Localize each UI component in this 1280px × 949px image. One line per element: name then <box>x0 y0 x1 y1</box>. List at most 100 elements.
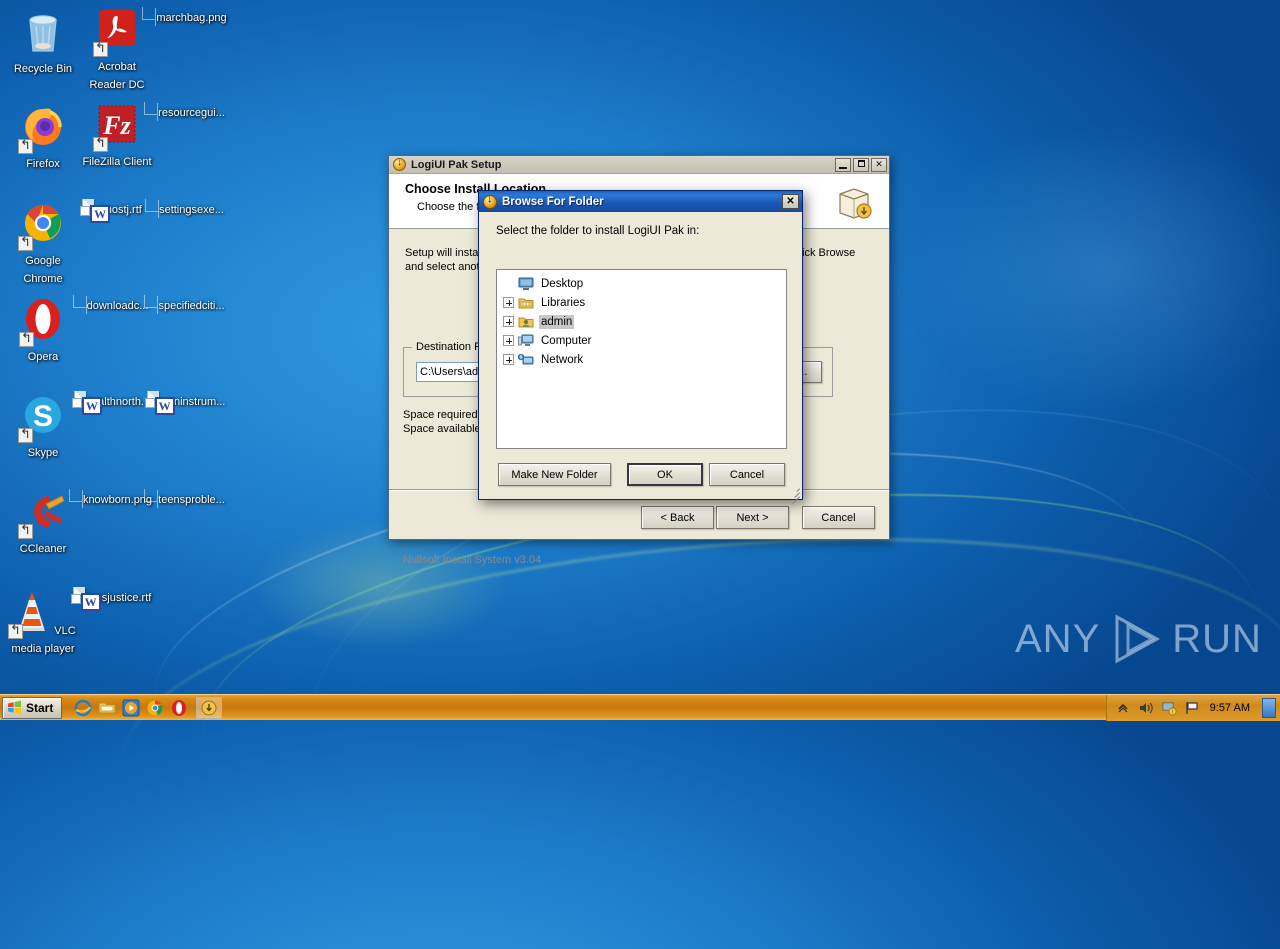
tree-item-admin[interactable]: admin <box>503 312 786 331</box>
desktop-icon-rtf-document[interactable]: W linesjustice.rtf <box>70 587 154 611</box>
ccleaner-icon <box>18 495 66 539</box>
next-button[interactable]: Next > <box>716 506 789 529</box>
windows-media-player-icon[interactable] <box>122 699 140 717</box>
desktop-icon <box>518 277 534 291</box>
folder-tree[interactable]: Desktop Libraries admin Computer Network <box>496 269 787 449</box>
desktop-icon-label: Google Chrome <box>23 255 63 285</box>
close-icon[interactable]: ✕ <box>782 194 799 209</box>
recycle-bin-icon <box>21 15 65 58</box>
desktop-icon-file[interactable]: settingsexe... <box>154 200 228 218</box>
tree-item-label: Libraries <box>541 296 586 309</box>
expand-plus-icon[interactable] <box>503 316 514 327</box>
desktop-icon-filezilla[interactable]: Fz FileZilla Client <box>80 103 154 170</box>
shortcut-overlay-icon <box>18 428 33 443</box>
opera-icon[interactable] <box>170 699 188 717</box>
nsis-branding-label: Nullsoft Install System v3.04 <box>403 554 542 566</box>
desktop-icon-label: Recycle Bin <box>13 63 73 75</box>
desktop-icon-label: Opera <box>27 351 59 363</box>
setup-window-controls: ✕ <box>835 157 887 172</box>
windows-logo-icon <box>7 700 22 715</box>
setup-window-title: LogiUI Pak Setup <box>411 158 502 171</box>
minimize-button[interactable] <box>835 157 851 172</box>
show-hidden-icons-icon[interactable] <box>1115 700 1131 716</box>
start-button[interactable]: Start <box>2 696 63 719</box>
google-chrome-icon <box>18 205 66 251</box>
network-icon[interactable]: ! <box>1161 700 1177 716</box>
setup-title-bar[interactable]: LogiUI Pak Setup ✕ <box>389 156 889 174</box>
file-icon <box>158 200 160 218</box>
tree-item-label: admin <box>539 314 575 329</box>
desktop-icon-label: FileZilla Client <box>82 156 152 168</box>
desktop-icon-label: downloadc... <box>86 300 149 312</box>
taskbar-clock[interactable]: 9:57 AM <box>1207 702 1253 714</box>
desktop-icon-label: marchbag.png <box>156 12 227 24</box>
desktop-icon-firefox[interactable]: Firefox <box>6 103 80 172</box>
volume-icon[interactable] <box>1138 700 1154 716</box>
rtf-document-icon: W <box>80 199 111 223</box>
tree-item-libraries[interactable]: Libraries <box>503 293 786 312</box>
desktop-icon-file[interactable]: specifiedciti... <box>154 296 228 314</box>
desktop-icon-rtf-document[interactable]: W almostj.rtf <box>80 199 154 223</box>
desktop-icon-recycle-bin[interactable]: Recycle Bin <box>6 8 80 77</box>
tree-item-computer[interactable]: Computer <box>503 331 786 350</box>
shortcut-overlay-icon <box>93 42 108 57</box>
tree-item-desktop[interactable]: Desktop <box>503 274 786 293</box>
desktop-icon-file[interactable]: teensproble... <box>154 490 228 508</box>
wallpaper-glow-top <box>900 120 1280 420</box>
action-center-flag-icon[interactable] <box>1184 700 1200 716</box>
browse-dialog-title-bar[interactable]: Browse For Folder ✕ <box>479 191 802 212</box>
ok-button[interactable]: OK <box>627 463 703 486</box>
tree-item-network[interactable]: Network <box>503 350 786 369</box>
desktop-icon-google-chrome[interactable]: Google Chrome <box>6 200 80 287</box>
system-tray[interactable]: ! 9:57 AM <box>1105 695 1280 721</box>
desktop-icon-skype[interactable]: S Skype <box>6 392 80 461</box>
internet-explorer-icon[interactable] <box>74 699 92 717</box>
desktop-icon-file[interactable]: downloadc... <box>80 296 154 314</box>
google-chrome-icon[interactable] <box>146 699 164 717</box>
desktop-icon-rtf-document[interactable]: W healthnorth... <box>71 391 154 415</box>
show-desktop-button[interactable] <box>1262 698 1276 718</box>
desktop-icon-acrobat-reader[interactable]: Acrobat Reader DC <box>80 8 154 93</box>
install-package-icon <box>833 182 875 222</box>
windows-explorer-icon[interactable] <box>98 699 116 717</box>
watermark-run-text: RUN <box>1172 617 1262 661</box>
rtf-document-icon: W <box>144 391 175 415</box>
desktop-icon-vlc-media-player[interactable]: VLC media player <box>6 588 80 657</box>
desktop-icon-rtf-document[interactable]: W teeninstrum... <box>144 391 228 415</box>
maximize-button[interactable] <box>853 157 869 172</box>
desktop-icon-png-file[interactable]: knowborn.png <box>80 490 154 508</box>
desktop-icon-file[interactable]: resourcegui... <box>154 103 228 121</box>
desktop-icon-label: Skype <box>27 447 59 459</box>
cancel-button[interactable]: Cancel <box>709 463 785 486</box>
desktop-icon-grid: Recycle Bin Acrobat Reader DC marchbag.pn… <box>0 0 240 690</box>
libraries-folder-icon <box>518 296 534 310</box>
desktop-icon-label: specifiedciti... <box>158 300 225 312</box>
cancel-button[interactable]: Cancel <box>802 506 875 529</box>
rtf-document-icon: W <box>70 587 101 611</box>
task-button-area[interactable] <box>196 696 223 719</box>
setup-footer: < Back Next > Cancel <box>389 496 889 541</box>
svg-text:Fz: Fz <box>102 111 131 140</box>
desktop-icon-opera[interactable]: Opera <box>6 296 80 365</box>
skype-icon: S <box>18 397 66 443</box>
logiui-pak-setup-task[interactable] <box>196 696 223 719</box>
expand-plus-icon[interactable] <box>503 354 514 365</box>
browse-for-folder-dialog[interactable]: Browse For Folder ✕ Select the folder to… <box>478 190 803 505</box>
make-new-folder-button[interactable]: Make New Folder <box>498 463 611 486</box>
close-button[interactable]: ✕ <box>871 157 887 172</box>
desktop-icon-label: teensproble... <box>158 494 225 506</box>
back-button[interactable]: < Back <box>641 506 714 529</box>
file-icon <box>85 296 87 314</box>
expand-plus-icon[interactable] <box>503 297 514 308</box>
desktop-icon-png-file[interactable]: marchbag.png <box>154 8 228 26</box>
filezilla-icon: Fz <box>93 105 139 152</box>
resize-grip[interactable] <box>788 485 800 505</box>
expand-plus-icon[interactable] <box>503 335 514 346</box>
user-folder-icon <box>518 315 534 329</box>
taskbar[interactable]: Start ! 9:57 AM <box>0 694 1280 721</box>
quick-launch-bar[interactable] <box>74 699 188 717</box>
svg-text:S: S <box>33 400 53 433</box>
opera-icon <box>19 299 65 347</box>
desktop-icon-label: CCleaner <box>19 543 67 555</box>
